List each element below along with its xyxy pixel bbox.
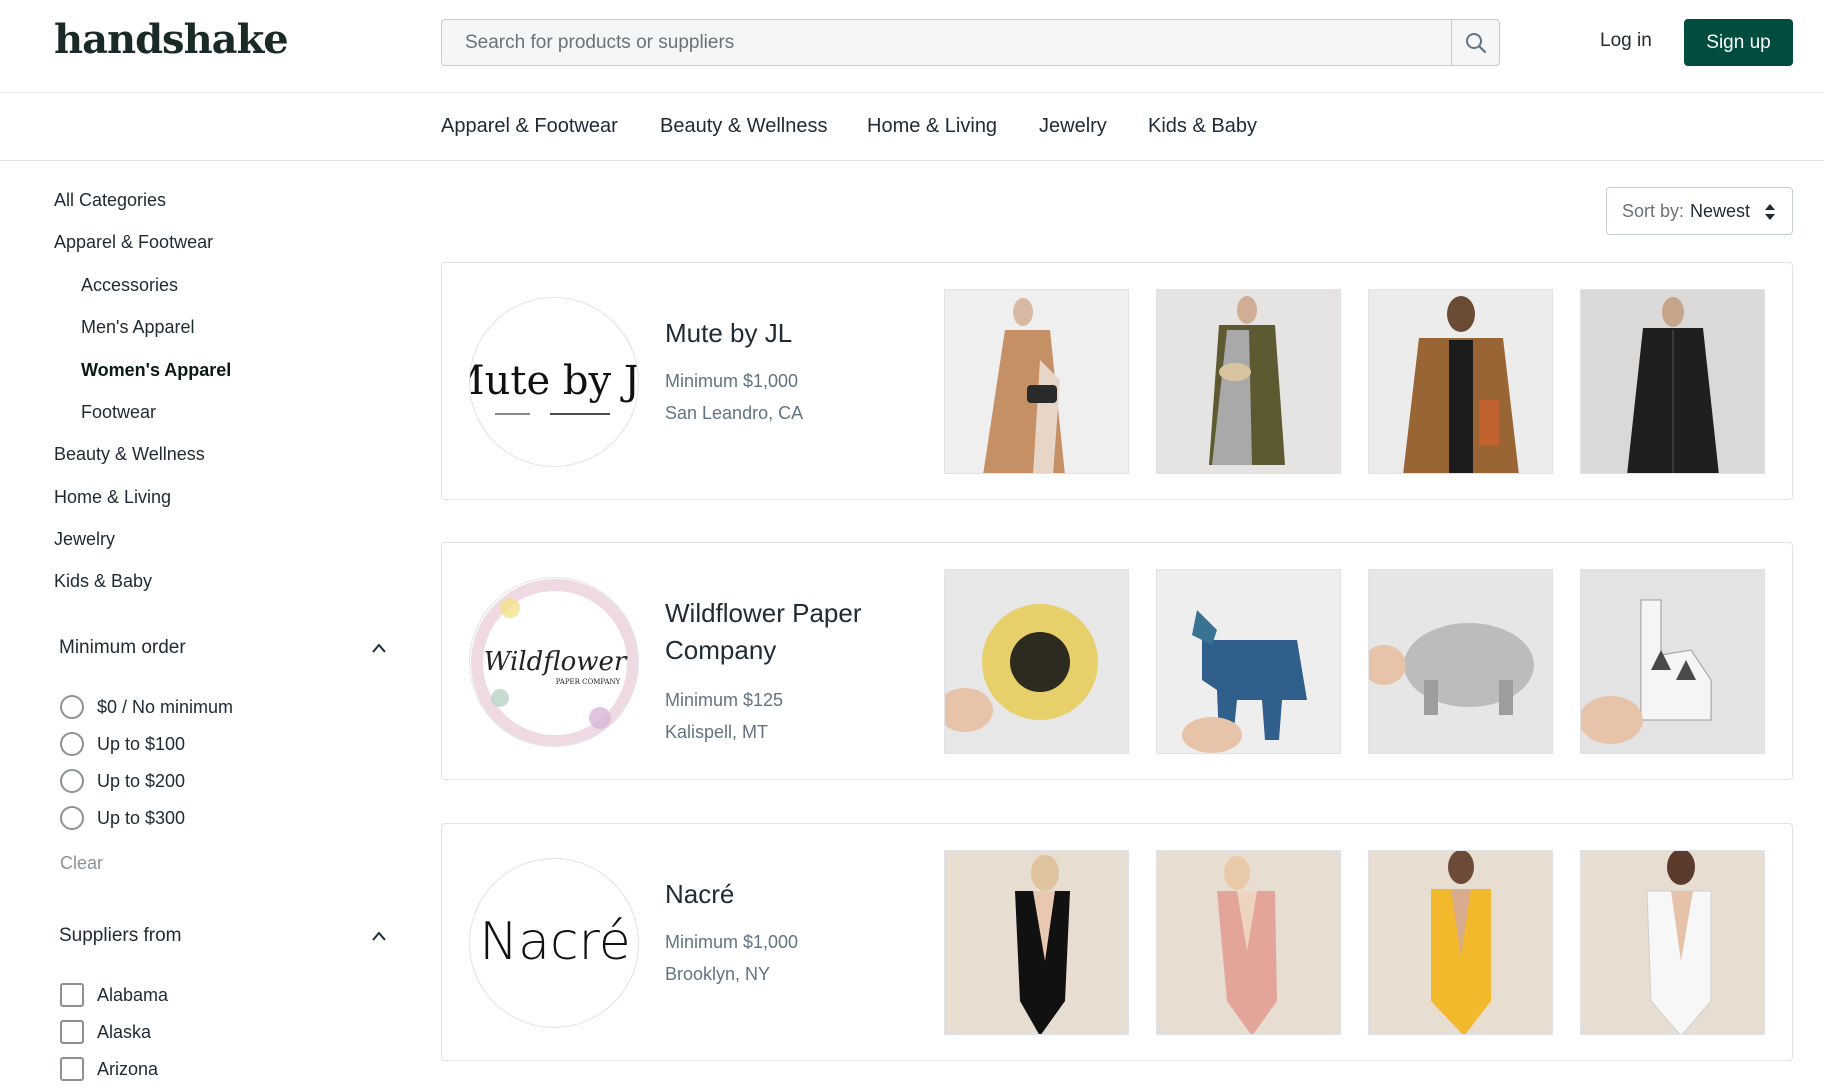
product-thumbnail[interactable] — [1580, 850, 1765, 1035]
supplier-logo[interactable]: Wildflower PAPER COMPANY — [469, 577, 639, 747]
product-thumbnail[interactable] — [1156, 569, 1341, 754]
product-thumbnail[interactable] — [944, 289, 1129, 474]
clear-min-order-link[interactable]: Clear — [60, 853, 103, 874]
suppliers-from-title: Suppliers from — [59, 925, 182, 946]
product-thumbnail[interactable] — [1368, 569, 1553, 754]
supplier-card[interactable]: Mute by JL Mute by JL Minimum $1,000 San… — [441, 262, 1793, 500]
radio-button[interactable] — [60, 769, 84, 793]
supplier-logo[interactable]: Nacré — [469, 858, 639, 1028]
logo-text: Wildflower — [484, 647, 628, 677]
signup-button[interactable]: Sign up — [1684, 19, 1793, 66]
nav-kids-baby[interactable]: Kids & Baby — [1148, 115, 1257, 138]
min-order-option[interactable]: Up to $300 — [60, 806, 185, 830]
min-order-option[interactable]: $0 / No minimum — [60, 695, 233, 719]
logo-text: Mute by JL — [470, 358, 639, 404]
sidebar-item-all-categories[interactable]: All Categories — [54, 190, 166, 211]
sidebar-item-womens-apparel[interactable]: Women's Apparel — [81, 360, 231, 381]
sort-value: Newest — [1690, 200, 1751, 221]
supplier-state-option[interactable]: Alabama — [60, 983, 168, 1007]
supplier-logo[interactable]: Mute by JL — [469, 297, 639, 467]
supplier-card[interactable]: Nacré Nacré Minimum $1,000 Brooklyn, NY — [441, 823, 1793, 1061]
supplier-name[interactable]: Mute by JL — [665, 315, 895, 352]
radio-button[interactable] — [60, 806, 84, 830]
nav-apparel-footwear[interactable]: Apparel & Footwear — [441, 115, 618, 138]
checkbox[interactable] — [60, 1020, 84, 1044]
supplier-location: Kalispell, MT — [665, 722, 769, 742]
supplier-location: San Leandro, CA — [665, 403, 804, 423]
checkbox[interactable] — [60, 983, 84, 1007]
sort-select[interactable]: Sort by: Newest — [1606, 187, 1793, 235]
supplier-name[interactable]: Nacré — [665, 876, 895, 913]
nav-home-living[interactable]: Home & Living — [867, 115, 997, 138]
logo-subtext: PAPER COMPANY — [556, 678, 621, 686]
supplier-minimum: Minimum $1,000 — [665, 371, 799, 391]
product-thumbnail[interactable] — [1580, 289, 1765, 474]
supplier-minimum: Minimum $1,000 — [665, 932, 799, 952]
checkbox[interactable] — [60, 1057, 84, 1081]
supplier-card[interactable]: Wildflower PAPER COMPANY Wildflower Pape… — [441, 542, 1793, 780]
product-thumbnail[interactable] — [944, 569, 1129, 754]
sort-arrows-icon — [1765, 204, 1775, 220]
sidebar-item-kids-baby[interactable]: Kids & Baby — [54, 571, 152, 592]
sidebar-item-accessories[interactable]: Accessories — [81, 275, 178, 296]
radio-button[interactable] — [60, 732, 84, 756]
product-thumbnail[interactable] — [1156, 850, 1341, 1035]
chevron-up-icon[interactable] — [371, 930, 387, 942]
supplier-name[interactable]: Wildflower Paper Company — [665, 595, 895, 669]
nav-beauty-wellness[interactable]: Beauty & Wellness — [660, 115, 828, 138]
product-thumbnail[interactable] — [1368, 850, 1553, 1035]
sidebar-item-footwear[interactable]: Footwear — [81, 402, 156, 423]
sidebar-item-mens-apparel[interactable]: Men's Apparel — [81, 317, 195, 338]
sidebar-item-home-living[interactable]: Home & Living — [54, 487, 171, 508]
product-thumbnail[interactable] — [944, 850, 1129, 1035]
product-thumbnail[interactable] — [1156, 289, 1341, 474]
sidebar-item-jewelry[interactable]: Jewelry — [54, 529, 115, 550]
sidebar-item-apparel-footwear[interactable]: Apparel & Footwear — [54, 232, 213, 253]
handshake-logo[interactable]: handshake — [54, 16, 289, 63]
min-order-option[interactable]: Up to $100 — [60, 732, 185, 756]
sort-label: Sort by: — [1622, 200, 1685, 221]
supplier-state-option[interactable]: Arizona — [60, 1057, 158, 1081]
chevron-up-icon[interactable] — [371, 642, 387, 654]
logo-text: Nacré — [479, 912, 631, 972]
product-thumbnail[interactable] — [1368, 289, 1553, 474]
category-nav: Apparel & Footwear Beauty & Wellness Hom… — [0, 93, 1824, 161]
search-input[interactable] — [442, 20, 1451, 65]
product-thumbnail[interactable] — [1580, 569, 1765, 754]
sidebar-item-beauty-wellness[interactable]: Beauty & Wellness — [54, 444, 205, 465]
search-button[interactable] — [1451, 20, 1499, 65]
supplier-state-option[interactable]: Alaska — [60, 1020, 151, 1044]
radio-button[interactable] — [60, 695, 84, 719]
minimum-order-title: Minimum order — [59, 637, 186, 658]
search-bar — [441, 19, 1500, 66]
min-order-option[interactable]: Up to $200 — [60, 769, 185, 793]
search-icon — [1465, 32, 1486, 53]
site-header: handshake Log in Sign up — [0, 0, 1824, 93]
supplier-minimum: Minimum $125 — [665, 690, 784, 710]
supplier-location: Brooklyn, NY — [665, 964, 771, 984]
nav-jewelry[interactable]: Jewelry — [1039, 115, 1107, 138]
login-link[interactable]: Log in — [1600, 30, 1652, 52]
